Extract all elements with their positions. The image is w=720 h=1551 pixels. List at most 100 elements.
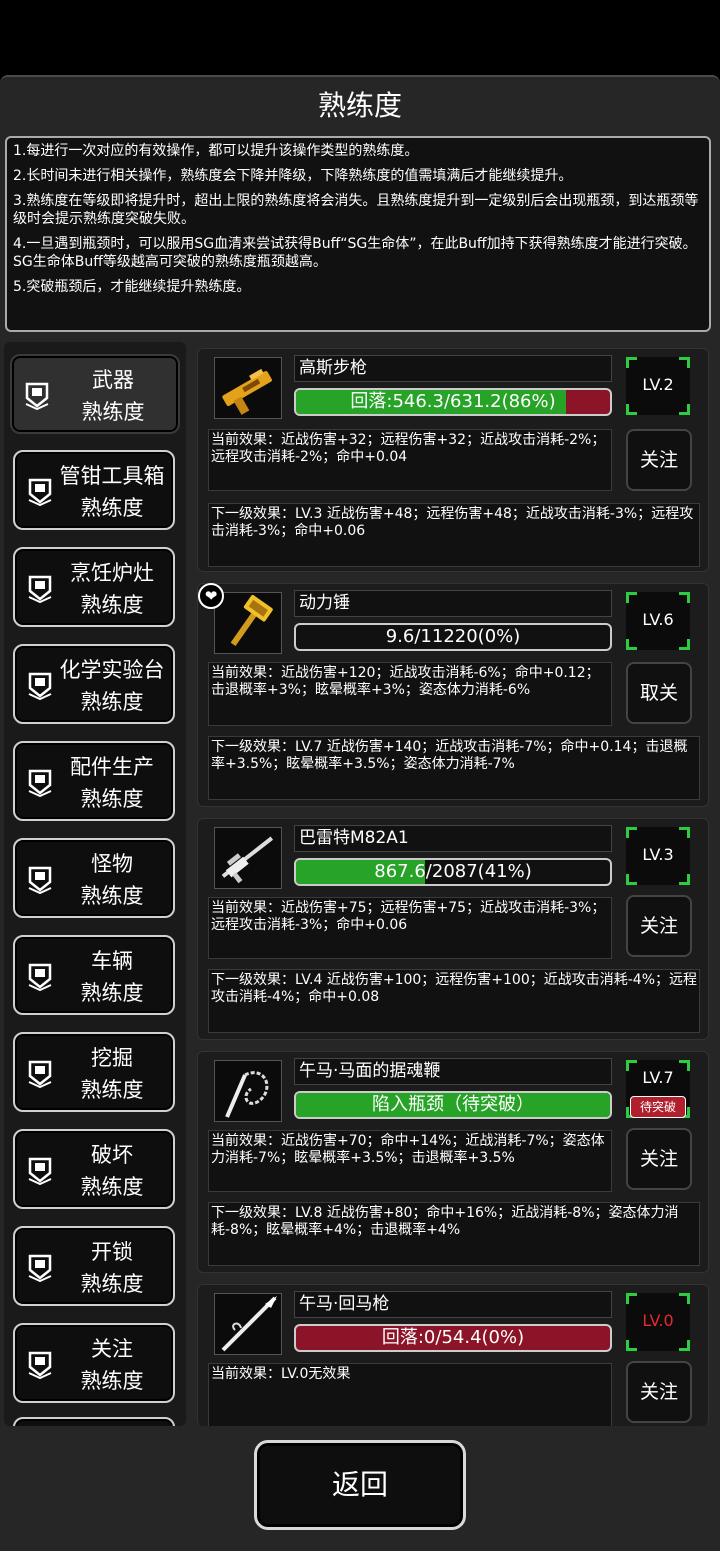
item-name: 高斯步枪 <box>294 355 612 382</box>
frame-corner <box>679 404 690 415</box>
item-name: 午马·回马枪 <box>294 1291 612 1318</box>
level-label: LV.6 <box>642 610 674 629</box>
frame-corner <box>679 592 690 603</box>
spear-icon <box>214 1293 282 1355</box>
item-name: 动力锤 <box>294 590 612 617</box>
badge-icon <box>28 672 52 700</box>
category-name: 烹饪炉灶 <box>70 561 154 585</box>
category-suffix: 熟练度 <box>80 690 144 714</box>
current-effect: 当前效果：近战伤害+120；近战攻击消耗-6%；命中+0.12；击退概率+3%；… <box>208 662 612 726</box>
category-suffix: 熟练度 <box>80 1175 144 1199</box>
category-name: 关注 <box>91 1337 133 1361</box>
gauss-rifle-icon <box>214 357 282 419</box>
category-name: 挖掘 <box>91 1046 133 1070</box>
proficiency-progress-bar: 867.6/2087(41%) <box>294 858 612 886</box>
category-lockpicking[interactable]: 开锁 熟练度 <box>13 1226 175 1306</box>
rule-4: 4.一旦遇到瓶颈时，可以服用SG血清来尝试获得Buff“SG生命体”，在此Buf… <box>13 236 697 270</box>
rules-box: 1.每进行一次对应的有效操作，都可以提升该操作类型的熟练度。 2.长时间未进行相… <box>5 136 711 332</box>
breakthrough-pending-badge: 待突破 <box>630 1096 686 1118</box>
category-suffix: 熟练度 <box>80 1078 144 1102</box>
category-name: 车辆 <box>91 949 133 973</box>
category-name: 破坏 <box>91 1143 133 1167</box>
follow-button[interactable]: 关注 <box>626 429 692 491</box>
power-hammer-icon <box>214 592 282 654</box>
category-vehicle[interactable]: 车辆 熟练度 <box>13 935 175 1015</box>
category-name: 怪物 <box>91 852 133 876</box>
badge-icon <box>28 575 52 603</box>
proficiency-card: 高斯步枪 回落:546.3/631.2(86%) LV.2 当前效果：近战伤害+… <box>197 348 709 572</box>
badge-icon <box>28 769 52 797</box>
category-more[interactable] <box>13 1417 175 1426</box>
category-suffix: 熟练度 <box>80 1369 144 1393</box>
frame-corner <box>626 592 637 603</box>
category-name: 管钳工具箱 <box>59 464 165 488</box>
category-name: 化学实验台 <box>59 658 165 682</box>
category-sidebar[interactable]: 武器 熟练度 管钳工具箱 熟练度 烹饪炉灶 熟练度 化学实验台 熟练度 配件生产 熟练度 … <box>4 342 186 1426</box>
follow-button[interactable]: 关注 <box>626 1361 692 1423</box>
badge-icon <box>25 382 49 410</box>
frame-corner <box>626 1293 637 1304</box>
category-name: 开锁 <box>91 1240 133 1264</box>
proficiency-card: 午马·回马枪 回落:0/54.4(0%) LV.0 当前效果：LV.0无效果 关… <box>197 1284 709 1427</box>
follow-button[interactable]: 关注 <box>626 1128 692 1190</box>
proficiency-progress-bar: 回落:0/54.4(0%) <box>294 1324 612 1352</box>
category-suffix: 熟练度 <box>80 787 144 811</box>
back-button[interactable]: 返回 <box>254 1440 466 1530</box>
category-destruction[interactable]: 破坏 熟练度 <box>13 1129 175 1209</box>
category-suffix: 熟练度 <box>80 593 144 617</box>
proficiency-progress-bar: 回落:546.3/631.2(86%) <box>294 388 612 416</box>
frame-corner <box>679 827 690 838</box>
category-digging[interactable]: 挖掘 熟练度 <box>13 1032 175 1112</box>
level-box: LV.0 <box>626 1293 690 1351</box>
category-chem-lab[interactable]: 化学实验台 熟练度 <box>13 644 175 724</box>
progress-label: 回落:546.3/631.2(86%) <box>350 391 556 412</box>
rule-5: 5.突破瓶颈后，才能继续提升熟练度。 <box>13 279 251 295</box>
proficiency-card: 动力锤 9.6/11220(0%) LV.6 当前效果：近战伤害+120；近战攻… <box>197 583 709 807</box>
frame-corner <box>626 639 637 650</box>
progress-label: 867.6/2087(41%) <box>374 861 532 882</box>
current-effect: 当前效果：近战伤害+70；命中+14%；近战消耗-7%；姿态体力消耗-7%；眩晕… <box>208 1130 612 1192</box>
proficiency-card: 巴雷特M82A1 867.6/2087(41%) LV.3 当前效果：近战伤害+… <box>197 818 709 1040</box>
rule-1: 1.每进行一次对应的有效操作，都可以提升该操作类型的熟练度。 <box>13 143 419 159</box>
category-suffix: 熟练度 <box>80 981 144 1005</box>
badge-icon <box>28 1254 52 1282</box>
unfollow-button[interactable]: 取关 <box>626 662 692 724</box>
next-level-effect: 下一级效果：LV.7 近战伤害+140；近战攻击消耗-7%；命中+0.14；击退… <box>208 736 700 800</box>
level-label: LV.7 <box>642 1068 674 1087</box>
level-label: LV.0 <box>642 1311 674 1330</box>
heart-icon: ❤ <box>198 583 224 609</box>
badge-icon <box>28 1157 52 1185</box>
category-name: 配件生产 <box>70 755 154 779</box>
frame-corner <box>626 874 637 885</box>
next-level-effect: 下一级效果：LV.3 近战伤害+48；远程伤害+48；近战攻击消耗-3%；远程攻… <box>208 503 700 567</box>
frame-corner <box>679 357 690 368</box>
category-cooking-stove[interactable]: 烹饪炉灶 熟练度 <box>13 547 175 627</box>
level-box: LV.3 <box>626 827 690 885</box>
category-pipe-wrench-toolbox[interactable]: 管钳工具箱 熟练度 <box>13 450 175 530</box>
page-title: 熟练度 <box>317 89 402 122</box>
current-effect: 当前效果：近战伤害+32；远程伤害+32；近战攻击消耗-2%；远程攻击消耗-2%… <box>208 429 612 491</box>
frame-corner <box>626 357 637 368</box>
level-box: LV.7 待突破 <box>626 1060 690 1118</box>
frame-corner <box>679 874 690 885</box>
level-label: LV.3 <box>642 845 674 864</box>
proficiency-progress-bar: 陷入瓶颈（待突破） <box>294 1091 612 1119</box>
rule-2: 2.长时间未进行相关操作，熟练度会下降并降级，下降熟练度的值需填满后才能继续提升… <box>13 168 573 184</box>
category-followed[interactable]: 关注 熟练度 <box>13 1323 175 1403</box>
rule-3: 3.熟练度在等级即将提升时，超出上限的熟练度将会消失。且熟练度提升到一定级别后会… <box>13 193 699 227</box>
category-suffix: 熟练度 <box>80 884 144 908</box>
follow-button[interactable]: 关注 <box>626 895 692 957</box>
level-label: LV.2 <box>642 375 674 394</box>
category-monster[interactable]: 怪物 熟练度 <box>13 838 175 918</box>
category-weapon[interactable]: 武器 熟练度 <box>10 354 180 434</box>
badge-icon <box>28 866 52 894</box>
badge-icon <box>28 1060 52 1088</box>
category-name: 武器 <box>92 368 134 392</box>
badge-icon <box>28 963 52 991</box>
category-parts-production[interactable]: 配件生产 熟练度 <box>13 741 175 821</box>
frame-corner <box>679 1293 690 1304</box>
frame-corner <box>626 404 637 415</box>
progress-label: 陷入瓶颈（待突破） <box>372 1094 534 1115</box>
current-effect: 当前效果：LV.0无效果 <box>208 1363 612 1427</box>
next-level-effect: 下一级效果：LV.8 近战伤害+80；命中+16%；近战消耗-8%；姿态体力消耗… <box>208 1202 700 1266</box>
